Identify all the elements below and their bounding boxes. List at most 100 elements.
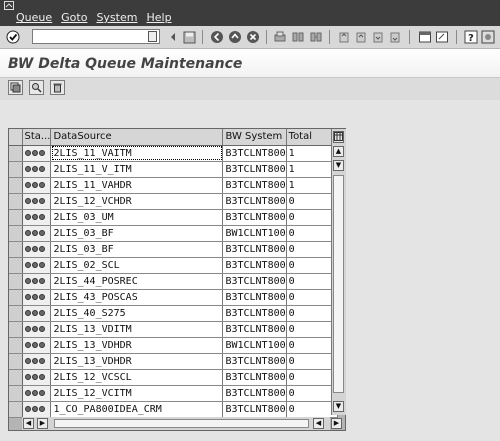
- datasource-cell[interactable]: 2LIS_12_VCSCL: [50, 369, 224, 386]
- datasource-cell[interactable]: 2LIS_02_SCL: [50, 257, 224, 274]
- row-selector[interactable]: [9, 161, 23, 178]
- scroll-down-icon[interactable]: ▼: [333, 401, 344, 412]
- row-selector[interactable]: [9, 369, 23, 386]
- datasource-cell[interactable]: 2LIS_43_POSCAS: [50, 289, 224, 306]
- col-header-bw-system[interactable]: BW System: [222, 129, 287, 146]
- first-page-icon[interactable]: [337, 30, 351, 44]
- datasource-cell[interactable]: 2LIS_13_VDHDR: [50, 353, 224, 370]
- horizontal-scroll-thumb[interactable]: [54, 419, 309, 428]
- table-row[interactable]: 2LIS_13_VDHDR B3TCLNT800 0: [9, 353, 338, 370]
- col-header-total[interactable]: Total: [286, 129, 338, 146]
- menu-goto[interactable]: Goto: [61, 11, 87, 24]
- datasource-cell[interactable]: 2LIS_13_VDHDR: [50, 337, 224, 354]
- svg-text:?: ?: [468, 33, 474, 44]
- bw-system-cell: BW1CLNT100: [222, 225, 287, 242]
- datasource-cell[interactable]: 2LIS_13_VDITM: [50, 321, 224, 338]
- datasource-cell[interactable]: 2LIS_11_V_ITM: [50, 161, 224, 178]
- table-row[interactable]: 2LIS_03_BF BW1CLNT100 0: [9, 225, 338, 242]
- menu-system[interactable]: System: [96, 11, 137, 24]
- row-selector[interactable]: [9, 385, 23, 402]
- scroll-up-page-icon[interactable]: ▼: [333, 160, 344, 171]
- row-selector[interactable]: [9, 321, 23, 338]
- table-row[interactable]: 2LIS_11_VAITM B3TCLNT800 1: [9, 145, 338, 162]
- table-row[interactable]: 2LIS_11_VAHDR B3TCLNT800 1: [9, 177, 338, 194]
- back-icon[interactable]: [210, 30, 224, 44]
- scroll-up-icon[interactable]: ▲: [333, 146, 344, 157]
- print-icon[interactable]: [273, 30, 287, 44]
- row-selector[interactable]: [9, 401, 23, 418]
- horizontal-scrollbar[interactable]: ◀ ▶ ◀: [22, 417, 330, 430]
- table-row[interactable]: 2LIS_43_POSCAS B3TCLNT800 0: [9, 289, 338, 306]
- table-row[interactable]: 2LIS_02_SCL B3TCLNT800 0: [9, 257, 338, 274]
- row-selector[interactable]: [9, 353, 23, 370]
- datasource-cell[interactable]: 2LIS_03_BF: [50, 225, 224, 242]
- command-field[interactable]: [32, 29, 160, 44]
- table-row[interactable]: 1_CO_PA800IDEA_CRM B3TCLNT800 0: [9, 401, 338, 418]
- table-row[interactable]: 2LIS_03_BF B3TCLNT800 0: [9, 241, 338, 258]
- table-row[interactable]: 2LIS_44_POSREC B3TCLNT800 0: [9, 273, 338, 290]
- layout-settings-icon[interactable]: [333, 131, 344, 143]
- find-icon[interactable]: [291, 30, 305, 44]
- scroll-right-icon[interactable]: ▶: [331, 418, 342, 429]
- vertical-scrollbar[interactable]: ▲ ▼ ▼: [331, 129, 346, 415]
- next-page-icon[interactable]: [371, 30, 385, 44]
- row-selector[interactable]: [9, 273, 23, 290]
- display-icon[interactable]: [29, 80, 44, 95]
- scroll-right-small-icon[interactable]: ▶: [37, 418, 48, 429]
- table-row[interactable]: 2LIS_12_VCSCL B3TCLNT800 0: [9, 369, 338, 386]
- enter-icon[interactable]: [6, 30, 20, 44]
- last-page-icon[interactable]: [388, 30, 402, 44]
- datasource-cell[interactable]: 2LIS_40_S275: [50, 305, 224, 322]
- row-selector[interactable]: [9, 337, 23, 354]
- menu-help[interactable]: Help: [146, 11, 171, 24]
- command-history-icon[interactable]: [148, 31, 157, 42]
- table-row[interactable]: 2LIS_12_VCHDR B3TCLNT800 0: [9, 193, 338, 210]
- row-selector[interactable]: [9, 193, 23, 210]
- create-session-icon[interactable]: [418, 30, 432, 44]
- row-selector[interactable]: [9, 209, 23, 226]
- find-next-icon[interactable]: [309, 30, 323, 44]
- row-selector[interactable]: [9, 241, 23, 258]
- table-row[interactable]: 2LIS_12_VCITM B3TCLNT800 0: [9, 385, 338, 402]
- table-row[interactable]: 2LIS_13_VDITM B3TCLNT800 0: [9, 321, 338, 338]
- datasource-cell[interactable]: 2LIS_12_VCHDR: [50, 193, 224, 210]
- shortcut-icon[interactable]: [435, 30, 449, 44]
- table-row[interactable]: 2LIS_03_UM B3TCLNT800 0: [9, 209, 338, 226]
- table-row[interactable]: 2LIS_13_VDHDR BW1CLNT100 0: [9, 337, 338, 354]
- refresh-icon[interactable]: [8, 80, 23, 95]
- previous-page-icon[interactable]: [354, 30, 368, 44]
- scroll-left-end-icon[interactable]: ◀: [313, 418, 324, 429]
- row-selector[interactable]: [9, 305, 23, 322]
- row-selector[interactable]: [9, 225, 23, 242]
- datasource-cell[interactable]: 2LIS_11_VAHDR: [50, 177, 224, 194]
- total-cell: 0: [286, 321, 338, 338]
- row-selector[interactable]: [9, 145, 23, 162]
- row-selector[interactable]: [9, 289, 23, 306]
- datasource-cell[interactable]: 2LIS_12_VCITM: [50, 385, 224, 402]
- window-menu-icon[interactable]: [4, 1, 14, 10]
- datasource-cell[interactable]: 2LIS_03_UM: [50, 209, 224, 226]
- datasource-cell[interactable]: 2LIS_44_POSREC: [50, 273, 224, 290]
- bw-system-cell: B3TCLNT800: [222, 401, 287, 418]
- help-icon[interactable]: ?: [464, 30, 478, 44]
- delete-icon[interactable]: [50, 80, 65, 95]
- scroll-left-icon[interactable]: ◀: [23, 418, 34, 429]
- row-selector[interactable]: [9, 257, 23, 274]
- menu-queue[interactable]: Queue: [16, 11, 52, 24]
- row-selector[interactable]: [9, 177, 23, 194]
- collapse-arrow-icon[interactable]: [166, 30, 180, 44]
- col-header-datasource[interactable]: DataSource: [50, 129, 224, 146]
- datasource-cell[interactable]: 2LIS_03_BF: [50, 241, 224, 258]
- status-lights-icon: [22, 145, 52, 162]
- select-all-cell[interactable]: [9, 129, 23, 146]
- save-icon[interactable]: [182, 30, 196, 44]
- datasource-cell[interactable]: 2LIS_11_VAITM: [50, 145, 224, 162]
- datasource-cell[interactable]: 1_CO_PA800IDEA_CRM: [50, 401, 224, 418]
- table-row[interactable]: 2LIS_11_V_ITM B3TCLNT800 1: [9, 161, 338, 178]
- exit-icon[interactable]: [228, 30, 242, 44]
- customize-layout-icon[interactable]: [481, 30, 495, 44]
- cancel-icon[interactable]: [246, 30, 260, 44]
- vertical-scroll-thumb[interactable]: [333, 175, 344, 393]
- table-row[interactable]: 2LIS_40_S275 B3TCLNT800 0: [9, 305, 338, 322]
- col-header-status[interactable]: Sta...: [22, 129, 52, 146]
